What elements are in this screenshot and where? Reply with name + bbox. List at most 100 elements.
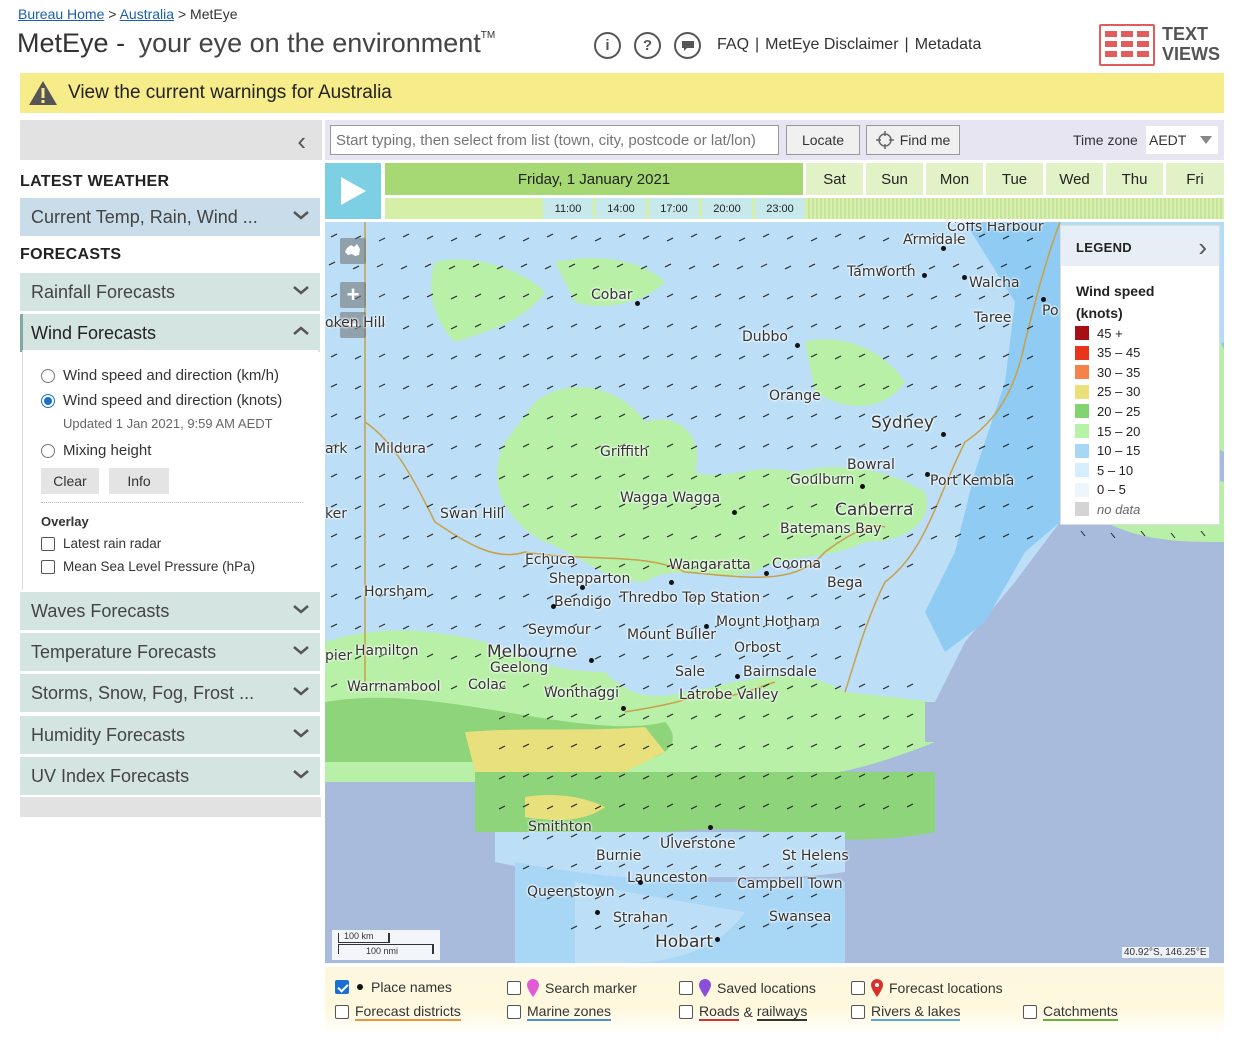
checkbox[interactable] [679,1005,693,1019]
legend-row: 30 – 35 [1075,364,1140,380]
text-views-grid-icon[interactable] [1099,24,1155,66]
clear-button[interactable]: Clear [41,468,99,494]
text-views-link[interactable]: TEXT VIEWS [1162,24,1222,64]
map-label: Wangaratta [669,557,751,573]
map-label: Cobar [591,287,633,303]
wind-knots-option[interactable]: Wind speed and direction (knots) [41,392,282,409]
wind-map[interactable]: + − Coffs Harbour Armidale Tamworth Walc… [325,222,1224,963]
sidebar-item-waves[interactable]: Waves Forecasts [20,592,320,630]
checkbox[interactable] [335,1005,349,1019]
warnings-banner[interactable]: View the current warnings for Australia [20,73,1224,113]
sidebar-item-temperature[interactable]: Temperature Forecasts [20,633,320,671]
wind-kmh-option[interactable]: Wind speed and direction (km/h) [41,367,279,384]
hour-slot[interactable]: 23:00 [755,198,805,219]
zoom-in-button[interactable]: + [340,282,366,308]
breadcrumb: Bureau Home > Australia > MetEye [18,6,238,22]
day-tab-wed[interactable]: Wed [1046,163,1103,195]
checkbox[interactable] [1023,1005,1037,1019]
chevron-up-icon [293,326,309,335]
checkbox[interactable] [851,1005,865,1019]
play-button[interactable] [325,163,381,219]
hour-slot[interactable]: 20:00 [702,198,752,219]
checkbox[interactable] [507,1005,521,1019]
faq-link[interactable]: FAQ [717,36,749,53]
help-icon[interactable]: ? [634,32,661,59]
layer-catchments[interactable]: Catchments [1023,1003,1118,1021]
day-tab-fri[interactable]: Fri [1166,163,1224,195]
location-search-bar: Locate Find me Time zone AEDT [325,120,1224,160]
hour-slot[interactable]: 17:00 [649,198,699,219]
map-label: Bendigo [554,594,612,610]
legend-label: 20 – 25 [1097,403,1141,419]
day-tab-sat[interactable]: Sat [806,163,863,195]
legend-header[interactable]: LEGEND › [1061,226,1219,266]
hour-slot[interactable]: 14:00 [596,198,646,219]
sidebar-item-current-temp[interactable]: Current Temp, Rain, Wind ... [20,198,320,236]
map-label: Wagga Wagga [620,490,721,506]
place-dot [551,604,556,609]
checkbox[interactable] [851,981,865,995]
sidebar-item-storms[interactable]: Storms, Snow, Fog, Frost ... [20,674,320,712]
legend-label: no data [1097,501,1141,517]
layer-rivers-lakes[interactable]: Rivers & lakes [851,1003,961,1021]
map-label: Warrnambool [347,679,441,695]
metadata-link[interactable]: Metadata [915,36,982,53]
location-search-input[interactable] [330,125,779,155]
locate-button[interactable]: Locate [786,125,860,155]
sidebar-footer-bar [20,797,321,817]
hour-timeline: 11:00 14:00 17:00 20:00 23:00 [385,198,1224,219]
map-label: Melbourne [487,642,577,662]
sidebar-item-rainfall[interactable]: Rainfall Forecasts [20,273,320,311]
layer-forecast-locations[interactable]: Forecast locations [851,979,1003,997]
rain-radar-option[interactable]: Latest rain radar [41,536,161,551]
radio-button[interactable] [41,368,55,383]
checkbox[interactable] [41,536,55,551]
layer-forecast-districts[interactable]: Forecast districts [335,1003,461,1021]
mixing-height-option[interactable]: Mixing height [41,442,151,459]
legend-swatch [1075,345,1089,360]
checkbox-checked[interactable] [335,980,349,994]
info-button[interactable]: Info [109,468,169,494]
future-hours-strip[interactable] [808,198,1224,219]
day-tab-sun[interactable]: Sun [866,163,923,195]
radio-button-selected[interactable] [41,393,55,408]
purple-pin-icon [699,979,711,997]
day-tab-mon[interactable]: Mon [926,163,983,195]
feedback-icon[interactable] [674,32,701,59]
mslp-option[interactable]: Mean Sea Level Pressure (hPa) [41,559,255,574]
sidebar-item-uv[interactable]: UV Index Forecasts [20,757,320,795]
australia-view-button[interactable] [340,238,366,264]
breadcrumb-home-link[interactable]: Bureau Home [18,6,104,22]
chevron-right-icon[interactable]: › [1198,232,1207,263]
map-label: Taree [974,310,1012,326]
radio-button[interactable] [41,443,55,458]
sidebar-collapse-bar[interactable]: ‹ [20,120,322,160]
map-label: Tamworth [847,264,916,280]
find-me-button[interactable]: Find me [866,125,960,155]
hour-slot[interactable]: 11:00 [543,198,593,219]
chevron-left-icon[interactable]: ‹ [297,126,306,157]
breadcrumb-australia-link[interactable]: Australia [120,6,174,22]
map-label: Burnie [596,848,642,864]
layer-roads-railways[interactable]: Roads & railways [679,1003,808,1021]
legend-swatch [1075,463,1089,478]
caret-down-icon [1200,136,1212,144]
checkbox[interactable] [41,559,55,574]
place-dot [638,880,643,885]
layer-saved-locations[interactable]: Saved locations [679,979,816,997]
checkbox[interactable] [679,981,693,995]
timezone-select[interactable]: AEDT [1146,126,1218,154]
timezone-label: Time zone [1073,132,1138,148]
day-tab-tue[interactable]: Tue [986,163,1043,195]
day-tab-thu[interactable]: Thu [1106,163,1163,195]
layer-search-marker[interactable]: Search marker [507,979,637,997]
sidebar-item-humidity[interactable]: Humidity Forecasts [20,716,320,754]
info-icon[interactable]: i [594,32,621,59]
forecasts-heading: FORECASTS [20,246,122,263]
layer-marine-zones[interactable]: Marine zones [507,1003,612,1021]
checkbox[interactable] [507,981,521,995]
layer-place-names[interactable]: Place names [335,979,452,995]
disclaimer-link[interactable]: MetEye Disclaimer [765,36,898,53]
sidebar-item-wind[interactable]: Wind Forecasts [20,314,320,352]
day-tab-selected[interactable]: Friday, 1 January 2021 [385,163,803,195]
